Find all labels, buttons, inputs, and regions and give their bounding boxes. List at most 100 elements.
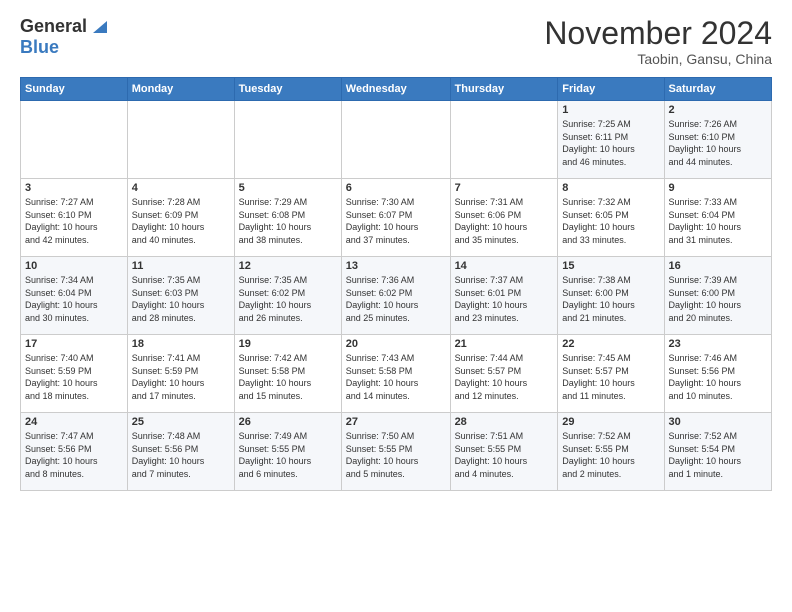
table-row: 22 Sunrise: 7:45 AMSunset: 5:57 PMDayligh… bbox=[558, 335, 664, 413]
table-row: 2 Sunrise: 7:26 AMSunset: 6:10 PMDaylight… bbox=[664, 101, 771, 179]
day-info: Sunrise: 7:37 AMSunset: 6:01 PMDaylight:… bbox=[455, 274, 554, 324]
day-info: Sunrise: 7:50 AMSunset: 5:55 PMDaylight:… bbox=[346, 430, 446, 480]
day-info: Sunrise: 7:41 AMSunset: 5:59 PMDaylight:… bbox=[132, 352, 230, 402]
table-row: 9 Sunrise: 7:33 AMSunset: 6:04 PMDaylight… bbox=[664, 179, 771, 257]
logo-triangle-icon bbox=[89, 17, 107, 35]
day-info: Sunrise: 7:44 AMSunset: 5:57 PMDaylight:… bbox=[455, 352, 554, 402]
page: General Blue November 2024 Taobin, Gansu… bbox=[0, 0, 792, 612]
day-info: Sunrise: 7:49 AMSunset: 5:55 PMDaylight:… bbox=[239, 430, 337, 480]
table-row: 24Sunrise: 7:47 AMSunset: 5:56 PMDayligh… bbox=[21, 413, 128, 491]
calendar-week-row: 1 Sunrise: 7:25 AMSunset: 6:11 PMDaylight… bbox=[21, 101, 772, 179]
calendar-week-row: 24Sunrise: 7:47 AMSunset: 5:56 PMDayligh… bbox=[21, 413, 772, 491]
table-row: 8 Sunrise: 7:32 AMSunset: 6:05 PMDaylight… bbox=[558, 179, 664, 257]
table-row bbox=[450, 101, 558, 179]
logo: General Blue bbox=[20, 16, 107, 58]
day-number: 23 bbox=[669, 338, 767, 350]
table-row: 3 Sunrise: 7:27 AMSunset: 6:10 PMDaylight… bbox=[21, 179, 128, 257]
day-number: 30 bbox=[669, 416, 767, 428]
day-number: 5 bbox=[239, 182, 337, 194]
day-number: 1 bbox=[562, 104, 659, 116]
logo-blue-text: Blue bbox=[20, 37, 59, 58]
day-info: Sunrise: 7:32 AMSunset: 6:05 PMDaylight:… bbox=[562, 196, 659, 246]
day-info: Sunrise: 7:40 AMSunset: 5:59 PMDaylight:… bbox=[25, 352, 123, 402]
header-friday: Friday bbox=[558, 78, 664, 101]
day-number: 10 bbox=[25, 260, 123, 272]
table-row: 26 Sunrise: 7:49 AMSunset: 5:55 PMDayligh… bbox=[234, 413, 341, 491]
day-number: 18 bbox=[132, 338, 230, 350]
table-row: 29Sunrise: 7:52 AMSunset: 5:55 PMDayligh… bbox=[558, 413, 664, 491]
day-info: Sunrise: 7:28 AMSunset: 6:09 PMDaylight:… bbox=[132, 196, 230, 246]
day-info: Sunrise: 7:31 AMSunset: 6:06 PMDaylight:… bbox=[455, 196, 554, 246]
day-number: 29 bbox=[562, 416, 659, 428]
table-row: 18 Sunrise: 7:41 AMSunset: 5:59 PMDayligh… bbox=[127, 335, 234, 413]
table-row: 5 Sunrise: 7:29 AMSunset: 6:08 PMDaylight… bbox=[234, 179, 341, 257]
day-info: Sunrise: 7:34 AMSunset: 6:04 PMDaylight:… bbox=[25, 274, 123, 324]
table-row: 1 Sunrise: 7:25 AMSunset: 6:11 PMDaylight… bbox=[558, 101, 664, 179]
table-row: 7 Sunrise: 7:31 AMSunset: 6:06 PMDaylight… bbox=[450, 179, 558, 257]
day-number: 2 bbox=[669, 104, 767, 116]
table-row bbox=[234, 101, 341, 179]
header-wednesday: Wednesday bbox=[341, 78, 450, 101]
table-row: 13 Sunrise: 7:36 AMSunset: 6:02 PMDayligh… bbox=[341, 257, 450, 335]
day-info: Sunrise: 7:42 AMSunset: 5:58 PMDaylight:… bbox=[239, 352, 337, 402]
day-number: 22 bbox=[562, 338, 659, 350]
day-number: 27 bbox=[346, 416, 446, 428]
day-number: 26 bbox=[239, 416, 337, 428]
day-info: Sunrise: 7:36 AMSunset: 6:02 PMDaylight:… bbox=[346, 274, 446, 324]
day-info: Sunrise: 7:30 AMSunset: 6:07 PMDaylight:… bbox=[346, 196, 446, 246]
day-info: Sunrise: 7:35 AMSunset: 6:02 PMDaylight:… bbox=[239, 274, 337, 324]
calendar-header-row: Sunday Monday Tuesday Wednesday Thursday… bbox=[21, 78, 772, 101]
table-row: 14 Sunrise: 7:37 AMSunset: 6:01 PMDayligh… bbox=[450, 257, 558, 335]
day-number: 13 bbox=[346, 260, 446, 272]
table-row: 28Sunrise: 7:51 AMSunset: 5:55 PMDayligh… bbox=[450, 413, 558, 491]
day-number: 12 bbox=[239, 260, 337, 272]
table-row: 10 Sunrise: 7:34 AMSunset: 6:04 PMDayligh… bbox=[21, 257, 128, 335]
day-info: Sunrise: 7:35 AMSunset: 6:03 PMDaylight:… bbox=[132, 274, 230, 324]
table-row: 21 Sunrise: 7:44 AMSunset: 5:57 PMDayligh… bbox=[450, 335, 558, 413]
table-row: 20Sunrise: 7:43 AMSunset: 5:58 PMDayligh… bbox=[341, 335, 450, 413]
header-saturday: Saturday bbox=[664, 78, 771, 101]
table-row: 16 Sunrise: 7:39 AMSunset: 6:00 PMDayligh… bbox=[664, 257, 771, 335]
table-row bbox=[21, 101, 128, 179]
day-number: 14 bbox=[455, 260, 554, 272]
day-info: Sunrise: 7:48 AMSunset: 5:56 PMDaylight:… bbox=[132, 430, 230, 480]
page-subtitle: Taobin, Gansu, China bbox=[544, 51, 772, 67]
day-number: 28 bbox=[455, 416, 554, 428]
day-info: Sunrise: 7:39 AMSunset: 6:00 PMDaylight:… bbox=[669, 274, 767, 324]
table-row: 23 Sunrise: 7:46 AMSunset: 5:56 PMDayligh… bbox=[664, 335, 771, 413]
header-thursday: Thursday bbox=[450, 78, 558, 101]
day-info: Sunrise: 7:38 AMSunset: 6:00 PMDaylight:… bbox=[562, 274, 659, 324]
day-number: 17 bbox=[25, 338, 123, 350]
table-row bbox=[341, 101, 450, 179]
day-info: Sunrise: 7:45 AMSunset: 5:57 PMDaylight:… bbox=[562, 352, 659, 402]
table-row bbox=[127, 101, 234, 179]
table-row: 12 Sunrise: 7:35 AMSunset: 6:02 PMDayligh… bbox=[234, 257, 341, 335]
day-number: 25 bbox=[132, 416, 230, 428]
table-row: 11Sunrise: 7:35 AMSunset: 6:03 PMDayligh… bbox=[127, 257, 234, 335]
logo-general-text: General bbox=[20, 16, 87, 37]
day-info: Sunrise: 7:33 AMSunset: 6:04 PMDaylight:… bbox=[669, 196, 767, 246]
day-info: Sunrise: 7:26 AMSunset: 6:10 PMDaylight:… bbox=[669, 118, 767, 168]
day-info: Sunrise: 7:29 AMSunset: 6:08 PMDaylight:… bbox=[239, 196, 337, 246]
table-row: 30Sunrise: 7:52 AMSunset: 5:54 PMDayligh… bbox=[664, 413, 771, 491]
table-row: 25 Sunrise: 7:48 AMSunset: 5:56 PMDayligh… bbox=[127, 413, 234, 491]
title-area: November 2024 Taobin, Gansu, China bbox=[544, 16, 772, 67]
day-info: Sunrise: 7:25 AMSunset: 6:11 PMDaylight:… bbox=[562, 118, 659, 168]
day-info: Sunrise: 7:47 AMSunset: 5:56 PMDaylight:… bbox=[25, 430, 123, 480]
day-number: 7 bbox=[455, 182, 554, 194]
day-number: 8 bbox=[562, 182, 659, 194]
table-row: 15Sunrise: 7:38 AMSunset: 6:00 PMDayligh… bbox=[558, 257, 664, 335]
day-number: 21 bbox=[455, 338, 554, 350]
header: General Blue November 2024 Taobin, Gansu… bbox=[20, 16, 772, 67]
day-number: 16 bbox=[669, 260, 767, 272]
day-number: 19 bbox=[239, 338, 337, 350]
day-number: 9 bbox=[669, 182, 767, 194]
calendar-table: Sunday Monday Tuesday Wednesday Thursday… bbox=[20, 77, 772, 491]
day-info: Sunrise: 7:46 AMSunset: 5:56 PMDaylight:… bbox=[669, 352, 767, 402]
day-number: 3 bbox=[25, 182, 123, 194]
day-info: Sunrise: 7:43 AMSunset: 5:58 PMDaylight:… bbox=[346, 352, 446, 402]
table-row: 6Sunrise: 7:30 AMSunset: 6:07 PMDaylight… bbox=[341, 179, 450, 257]
calendar-week-row: 17 Sunrise: 7:40 AMSunset: 5:59 PMDayligh… bbox=[21, 335, 772, 413]
table-row: 19 Sunrise: 7:42 AMSunset: 5:58 PMDayligh… bbox=[234, 335, 341, 413]
day-info: Sunrise: 7:27 AMSunset: 6:10 PMDaylight:… bbox=[25, 196, 123, 246]
